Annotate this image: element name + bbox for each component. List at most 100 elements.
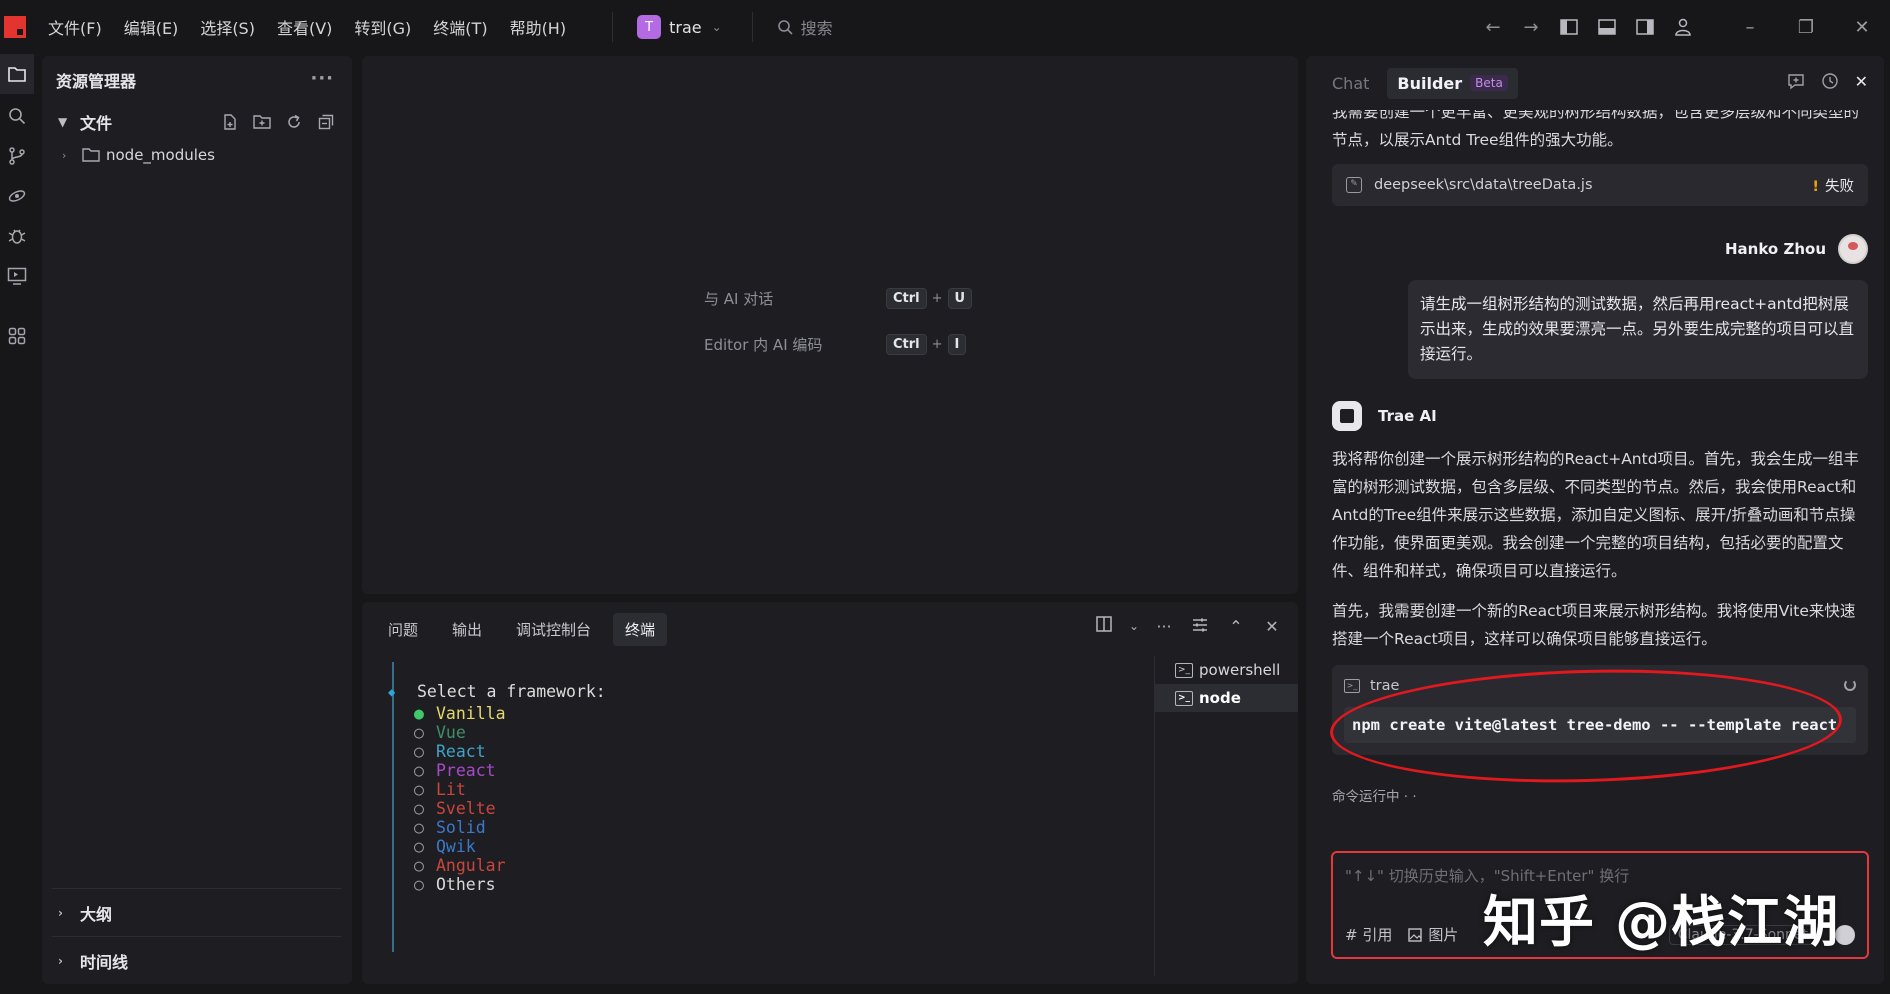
ai-chat-panel: 我需要创建一个更丰富、更美观的树形结构数据，包含更多层级和不同类型的节点，以展示… [1306, 56, 1884, 984]
forward-arrow-icon[interactable]: → [1512, 0, 1550, 54]
chevron-down-icon[interactable]: ⌄ [1128, 619, 1140, 633]
close-icon[interactable]: ✕ [1855, 72, 1868, 94]
hint-label: 与 AI 对话 [704, 290, 774, 308]
history-icon[interactable] [1821, 72, 1839, 94]
explorer-icon[interactable] [0, 54, 34, 94]
file-path: deepseek\src\data\treeData.js [1374, 177, 1593, 193]
menu-goto[interactable]: 转到(G) [354, 15, 411, 39]
chevron-right-icon: › [58, 905, 63, 920]
extensions-icon[interactable] [0, 316, 34, 356]
search-icon[interactable] [0, 96, 34, 136]
explorer-header: 资源管理器 ··· [42, 56, 352, 104]
folder-icon [82, 148, 100, 162]
terminal-item-powershell[interactable]: >_ powershell [1155, 656, 1298, 684]
refresh-icon[interactable] [282, 110, 306, 134]
close-window-button[interactable]: ✕ [1834, 0, 1890, 54]
new-chat-icon[interactable] [1787, 72, 1805, 94]
source-control-icon[interactable] [0, 136, 34, 176]
plus-sign: + [931, 337, 943, 352]
chat-tabs: Chat Builder Beta ✕ [1306, 56, 1884, 110]
search-input[interactable]: 搜索 [751, 12, 833, 42]
menu-selection[interactable]: 选择(S) [200, 15, 255, 39]
account-icon[interactable] [1664, 0, 1702, 54]
image-button-label: 图片 [1428, 926, 1459, 944]
debug-icon[interactable] [0, 216, 34, 256]
framework-option[interactable]: ○ Lit [414, 780, 466, 799]
framework-option[interactable]: ○ React [414, 742, 486, 761]
framework-option[interactable]: ○ Others [414, 875, 496, 894]
framework-option[interactable]: ○ Preact [414, 761, 496, 780]
framework-option[interactable]: ○ Vue [414, 723, 466, 742]
minimize-button[interactable]: – [1722, 0, 1778, 54]
terminal-icon: >_ [1175, 690, 1193, 706]
toggle-aux-panel-icon[interactable] [1626, 0, 1664, 54]
terminal-item-node[interactable]: >_ node [1155, 684, 1298, 712]
remote-icon[interactable] [0, 176, 34, 216]
framework-option-label: Vanilla [436, 704, 506, 723]
radio-empty-icon: ○ [414, 837, 424, 856]
framework-option-label: Others [436, 875, 496, 894]
menu-terminal[interactable]: 终端(T) [433, 15, 487, 39]
framework-option[interactable]: ○ Solid [414, 818, 486, 837]
more-icon[interactable]: ··· [310, 68, 334, 89]
avatar [1838, 234, 1868, 264]
tab-problems[interactable]: 问题 [376, 613, 430, 646]
close-panel-icon[interactable]: ✕ [1260, 617, 1284, 636]
running-status: 命令运行中 · · [1332, 789, 1417, 805]
menu-view[interactable]: 查看(V) [277, 15, 332, 39]
hint-ai-editor: Editor 内 AI 编码 Ctrl + I [704, 334, 967, 355]
tab-output[interactable]: 输出 [440, 613, 494, 646]
timeline-section-header[interactable]: › 时间线 [52, 936, 342, 984]
explorer-footer: › 大纲 › 时间线 [42, 888, 352, 984]
file-change-card[interactable]: ✎ deepseek\src\data\treeData.js ! 失败 [1332, 164, 1868, 206]
radio-empty-icon: ○ [414, 780, 424, 799]
framework-option[interactable]: ○ Svelte [414, 799, 496, 818]
framework-option[interactable]: ○ Qwik [414, 837, 476, 856]
menu-file[interactable]: 文件(F) [48, 15, 102, 39]
user-name: Hanko Zhou [1725, 240, 1826, 258]
project-switcher[interactable]: T trae ⌄ [612, 12, 722, 42]
user-message: 请生成一组树形结构的测试数据，然后再用react+antd把树展示出来，生成的效… [1408, 280, 1868, 379]
chevron-up-icon[interactable]: ⌃ [1224, 617, 1248, 636]
files-section-header[interactable]: ▼ 文件 [42, 104, 352, 140]
menu-help[interactable]: 帮助(H) [510, 15, 567, 39]
tree-item-node-modules[interactable]: › node_modules [42, 140, 352, 170]
collapse-all-icon[interactable] [314, 110, 338, 134]
toggle-panel-icon[interactable] [1588, 0, 1626, 54]
new-folder-icon[interactable] [250, 110, 274, 134]
tab-debug-console[interactable]: 调试控制台 [504, 613, 603, 646]
tab-chat[interactable]: Chat [1332, 74, 1369, 93]
app-logo [4, 16, 26, 38]
tab-builder-label: Builder [1397, 73, 1463, 93]
radio-empty-icon: ○ [414, 818, 424, 837]
radio-empty-icon: ○ [414, 799, 424, 818]
prompt-diamond-icon: ◆ [388, 685, 396, 699]
menu-edit[interactable]: 编辑(E) [124, 15, 179, 39]
framework-option[interactable]: ● Vanilla [414, 704, 506, 723]
more-icon[interactable]: ··· [1152, 617, 1176, 636]
command-card-header: >_ trae [1344, 675, 1856, 697]
run-icon[interactable] [0, 256, 34, 296]
command-card[interactable]: >_ trae npm create vite@latest tree-demo… [1332, 665, 1868, 755]
new-file-icon[interactable] [218, 110, 242, 134]
framework-option[interactable]: ○ Angular [414, 856, 506, 875]
tab-builder[interactable]: Builder Beta [1387, 67, 1518, 99]
outline-section-header[interactable]: › 大纲 [52, 888, 342, 936]
toggle-sidebar-icon[interactable] [1550, 0, 1588, 54]
kbd-key: I [947, 334, 967, 355]
back-arrow-icon[interactable]: ← [1474, 0, 1512, 54]
restore-button[interactable]: ❐ [1778, 0, 1834, 54]
framework-option-label: Solid [436, 818, 486, 837]
title-bar: 文件(F) 编辑(E) 选择(S) 查看(V) 转到(G) 终端(T) 帮助(H… [0, 0, 1890, 54]
terminal-output[interactable]: ◆ Select a framework: ● Vanilla ○ Vue ○ React… [388, 656, 1172, 972]
reference-button[interactable]: # 引用 [1345, 924, 1392, 945]
settings-sliders-icon[interactable] [1188, 617, 1212, 636]
framework-option-label: Lit [436, 780, 466, 799]
split-terminal-icon[interactable] [1092, 616, 1116, 636]
project-avatar: T [637, 15, 662, 39]
radio-empty-icon: ○ [414, 723, 424, 742]
radio-empty-icon: ○ [414, 742, 424, 761]
image-button[interactable]: 图片 [1408, 924, 1458, 945]
tree-item-label: node_modules [106, 146, 215, 164]
tab-terminal[interactable]: 终端 [613, 612, 668, 646]
